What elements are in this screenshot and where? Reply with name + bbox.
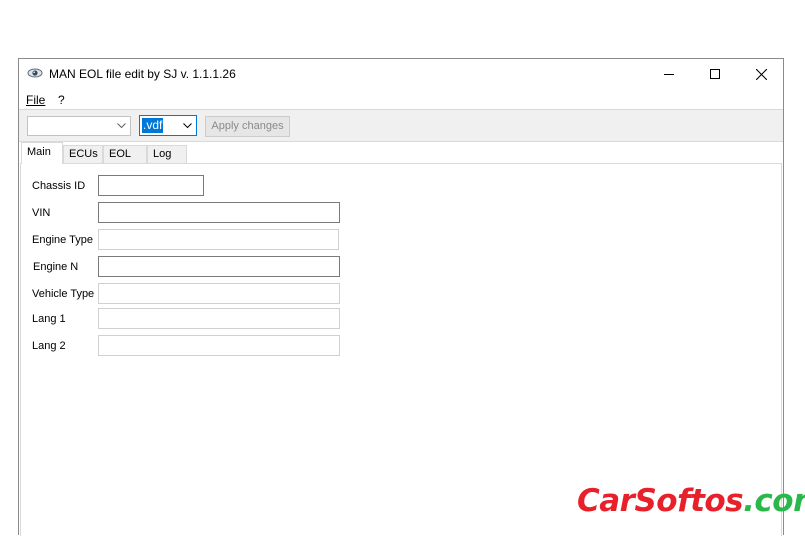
vin-field[interactable] <box>98 202 340 223</box>
file-select-combobox[interactable] <box>27 116 131 136</box>
watermark-brand: CarSoftos <box>577 483 744 519</box>
chassis-id-label: Chassis ID <box>32 180 86 192</box>
chevron-down-icon <box>183 123 192 129</box>
lang2-field[interactable] <box>98 335 340 356</box>
apply-changes-button[interactable]: Apply changes <box>205 116 290 137</box>
tab-log[interactable]: Log <box>147 145 187 163</box>
lang1-field[interactable] <box>98 308 340 329</box>
engine-type-field[interactable] <box>98 229 339 250</box>
app-window: MAN EOL file edit by SJ v. 1.1.1.26 File… <box>18 58 784 536</box>
tab-eol[interactable]: EOL <box>103 145 147 163</box>
engine-n-field[interactable] <box>98 256 340 277</box>
menu-file[interactable]: File <box>26 93 45 107</box>
chevron-down-icon <box>117 123 126 129</box>
tab-strip: Main ECUs EOL Log <box>19 142 783 164</box>
main-tab-panel: Chassis ID VIN Engine Type Engine N Vehi… <box>20 163 782 536</box>
extension-value: .vdf <box>142 118 164 133</box>
tab-main[interactable]: Main <box>21 142 63 164</box>
window-title: MAN EOL file edit by SJ v. 1.1.1.26 <box>49 67 236 81</box>
maximize-icon <box>710 69 720 79</box>
engine-n-label: Engine N <box>33 261 79 273</box>
maximize-button[interactable] <box>692 59 738 89</box>
minimize-icon <box>664 74 674 75</box>
engine-type-label: Engine Type <box>32 234 93 246</box>
title-bar[interactable]: MAN EOL file edit by SJ v. 1.1.1.26 <box>19 59 783 89</box>
eye-icon <box>27 67 43 79</box>
close-button[interactable] <box>738 59 784 89</box>
watermark-logo: CarSoftos.com <box>577 483 805 519</box>
menu-bar: File ? <box>19 89 783 109</box>
tab-ecus[interactable]: ECUs <box>63 145 103 163</box>
vehicle-type-field[interactable] <box>98 283 340 304</box>
menu-help[interactable]: ? <box>58 93 65 107</box>
chassis-id-field[interactable] <box>98 175 204 196</box>
toolbar: .vdf Apply changes <box>19 109 783 142</box>
vehicle-type-label: Vehicle Type <box>32 288 95 300</box>
vin-label: VIN <box>32 207 51 219</box>
watermark-domain: .com <box>743 483 805 519</box>
minimize-button[interactable] <box>646 59 692 89</box>
extension-combobox[interactable]: .vdf <box>139 115 197 136</box>
lang2-label: Lang 2 <box>32 340 66 352</box>
lang1-label: Lang 1 <box>32 313 66 325</box>
close-icon <box>755 68 767 80</box>
